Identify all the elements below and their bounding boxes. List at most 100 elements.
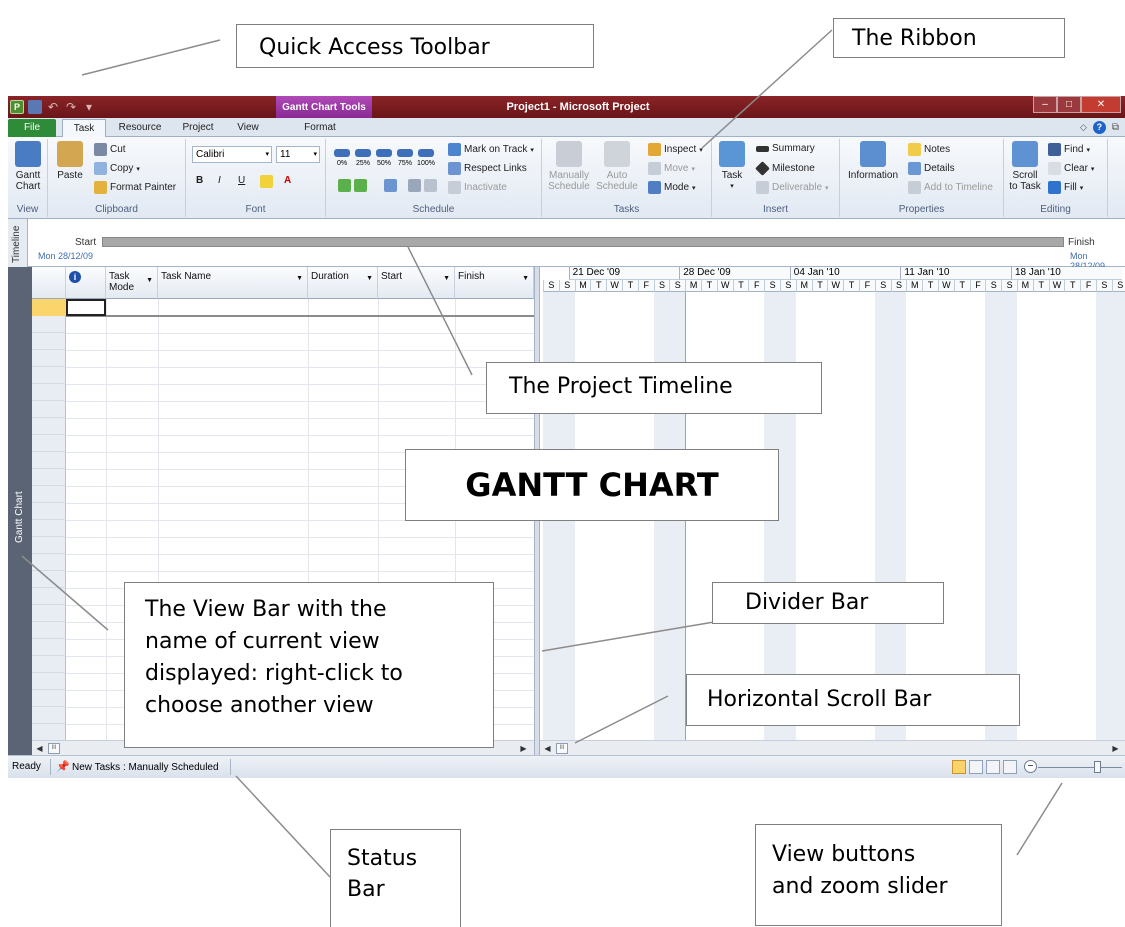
respect-links-button[interactable]: Respect Links xyxy=(448,162,527,175)
close-icon[interactable]: ✕ xyxy=(1081,96,1121,113)
timeline-side-tab[interactable]: Timeline xyxy=(8,219,28,267)
new-tasks-mode[interactable]: 📌 New Tasks : Manually Scheduled xyxy=(56,761,219,773)
redo-icon[interactable]: ↷ xyxy=(64,100,78,114)
column-header-indicators[interactable]: i xyxy=(66,267,106,299)
column-header-finish[interactable]: Finish ▼ xyxy=(455,267,534,299)
save-icon[interactable] xyxy=(28,100,42,114)
row-header[interactable] xyxy=(32,639,66,656)
chevron-down-icon[interactable]: ▼ xyxy=(366,275,373,282)
details-button[interactable]: Details xyxy=(908,162,955,175)
resource-sheet-view-button[interactable] xyxy=(1003,760,1017,774)
italic-button[interactable]: I xyxy=(218,175,221,186)
scroll-right-icon[interactable]: ▶ xyxy=(1110,743,1121,754)
row-header[interactable] xyxy=(32,486,66,503)
active-cell[interactable] xyxy=(66,299,106,316)
cut-button[interactable]: Cut xyxy=(94,143,126,156)
percent-complete-button[interactable]: 75% xyxy=(395,147,415,171)
tab-resource[interactable]: Resource xyxy=(112,119,168,137)
column-header-task-name[interactable]: Task Name ▼ xyxy=(158,267,308,299)
maximize-icon[interactable]: □ xyxy=(1057,96,1081,113)
row-header[interactable] xyxy=(32,469,66,486)
chevron-down-icon[interactable]: ▼ xyxy=(522,275,529,282)
row-header[interactable] xyxy=(32,605,66,622)
zoom-slider-track[interactable] xyxy=(1038,767,1122,768)
zoom-out-icon[interactable]: − xyxy=(1024,760,1037,773)
row-header[interactable] xyxy=(32,724,66,740)
underline-button[interactable]: U xyxy=(238,175,245,186)
team-planner-view-button[interactable] xyxy=(986,760,1000,774)
row-header[interactable] xyxy=(32,554,66,571)
link-buttons[interactable] xyxy=(408,179,437,192)
help-icon[interactable]: ? xyxy=(1092,121,1106,134)
row-header[interactable] xyxy=(32,537,66,554)
inspect-button[interactable]: Inspect ▾ xyxy=(648,143,703,156)
tab-view[interactable]: View xyxy=(228,119,268,137)
information-button[interactable]: Information xyxy=(844,141,902,181)
outdent-indent-buttons[interactable] xyxy=(338,179,367,192)
zoom-slider-thumb[interactable] xyxy=(1094,761,1101,773)
row-header[interactable] xyxy=(32,367,66,384)
select-all-corner[interactable] xyxy=(32,267,66,299)
mark-on-track-button[interactable]: Mark on Track ▾ xyxy=(448,143,534,156)
row-header[interactable] xyxy=(32,316,66,333)
deliverable-button[interactable]: Deliverable ▾ xyxy=(756,181,829,194)
project-timeline[interactable]: Timeline Start Finish Mon 28/12/09 Mon 2… xyxy=(8,219,1125,271)
summary-button[interactable]: Summary xyxy=(756,143,815,154)
inactivate-button[interactable]: Inactivate xyxy=(448,181,507,194)
gantt-view-button[interactable] xyxy=(952,760,966,774)
scroll-left-icon[interactable]: ◀ xyxy=(542,743,553,754)
restore-window-icon[interactable]: ⧉ xyxy=(1112,122,1119,133)
row-header[interactable] xyxy=(32,673,66,690)
row-header[interactable] xyxy=(32,333,66,350)
find-button[interactable]: Find ▾ xyxy=(1048,143,1090,156)
paste-button[interactable]: Paste xyxy=(54,141,86,181)
row-header[interactable] xyxy=(32,707,66,724)
chevron-down-icon[interactable]: ▼ xyxy=(146,275,153,286)
minimize-icon[interactable]: – xyxy=(1033,96,1057,113)
insert-task-button[interactable]: Task ▾ xyxy=(716,141,748,192)
percent-complete-button[interactable]: 25% xyxy=(353,147,373,171)
row-header[interactable] xyxy=(32,588,66,605)
percent-complete-button[interactable]: 50% xyxy=(374,147,394,171)
percent-complete-button[interactable]: 0% xyxy=(332,147,352,171)
task-usage-view-button[interactable] xyxy=(969,760,983,774)
row-header[interactable] xyxy=(32,690,66,707)
highlight-button[interactable] xyxy=(260,175,273,188)
scroll-thumb[interactable]: III xyxy=(556,743,568,754)
row-header[interactable] xyxy=(32,435,66,452)
row-header[interactable] xyxy=(32,520,66,537)
auto-schedule-button[interactable]: Auto Schedule xyxy=(594,141,640,192)
row-header[interactable] xyxy=(32,452,66,469)
tab-project[interactable]: Project xyxy=(174,119,222,137)
timeline-bar[interactable] xyxy=(102,237,1064,247)
tab-format[interactable]: Format xyxy=(288,119,352,137)
minimize-ribbon-icon[interactable]: ◇ xyxy=(1080,122,1087,133)
bold-button[interactable]: B xyxy=(196,175,203,186)
row-header[interactable] xyxy=(32,350,66,367)
clear-button[interactable]: Clear ▾ xyxy=(1048,162,1094,175)
chevron-down-icon[interactable]: ▼ xyxy=(443,275,450,282)
font-size-select[interactable]: 11 ▾ xyxy=(276,146,320,163)
column-header-start[interactable]: Start ▼ xyxy=(378,267,455,299)
tab-file[interactable]: File xyxy=(8,119,56,137)
copy-button[interactable]: Copy ▾ xyxy=(94,162,140,175)
row-header[interactable] xyxy=(32,656,66,673)
gantt-horizontal-scroll-bar[interactable]: ◀ III ▶ xyxy=(540,740,1125,755)
view-bar[interactable]: Gantt Chart xyxy=(8,267,32,755)
undo-icon[interactable]: ↶ xyxy=(46,100,60,114)
row-header[interactable] xyxy=(32,384,66,401)
scroll-thumb[interactable]: III xyxy=(48,743,60,754)
mode-button[interactable]: Mode ▾ xyxy=(648,181,696,194)
row-header[interactable] xyxy=(32,418,66,435)
customize-qat-icon[interactable]: ▾ xyxy=(82,100,96,114)
tab-task[interactable]: Task xyxy=(62,119,106,137)
format-painter-button[interactable]: Format Painter xyxy=(94,181,176,194)
split-button[interactable] xyxy=(384,179,397,192)
milestone-button[interactable]: Milestone xyxy=(755,161,815,176)
row-header[interactable] xyxy=(32,401,66,418)
row-header[interactable] xyxy=(32,571,66,588)
font-family-select[interactable]: Calibri ▾ xyxy=(192,146,272,163)
font-color-button[interactable]: A xyxy=(284,175,291,186)
gantt-chart-button[interactable]: Gantt Chart xyxy=(12,141,44,192)
project-icon[interactable]: P xyxy=(10,100,24,114)
